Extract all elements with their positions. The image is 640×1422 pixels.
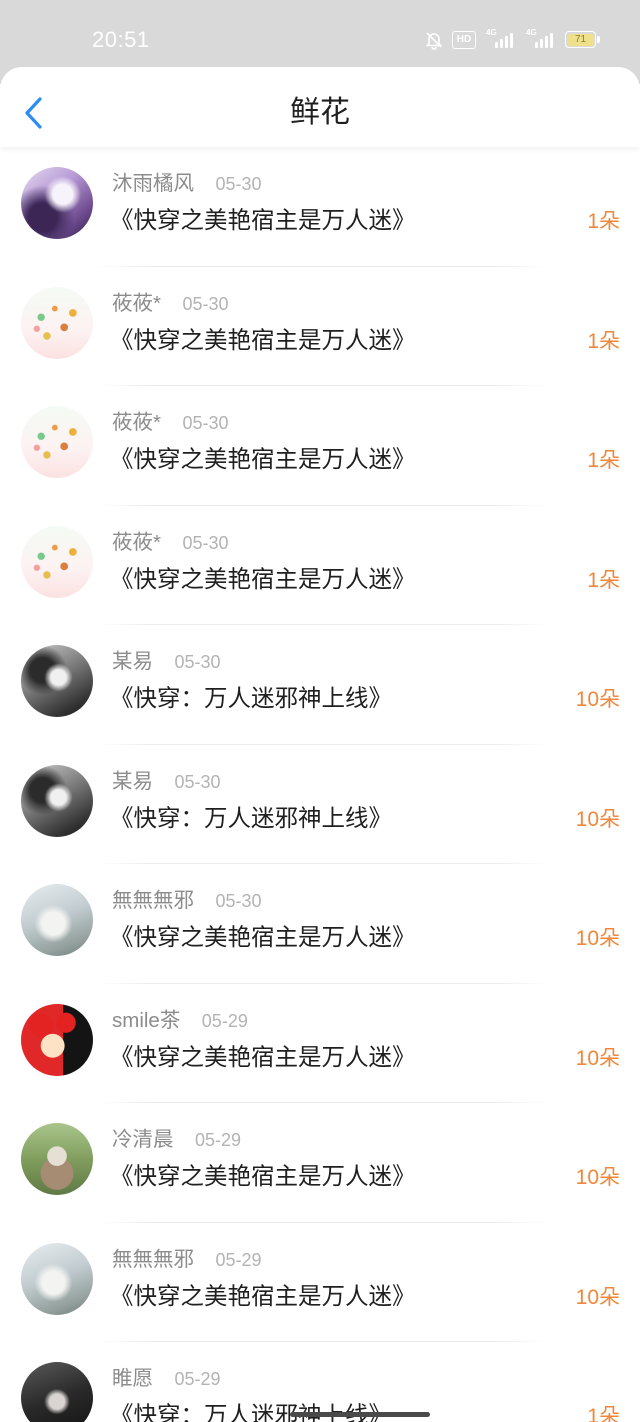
home-indicator[interactable] <box>290 1412 430 1417</box>
flower-count: 1朵 <box>587 210 620 233</box>
date: 05-29 <box>194 1130 241 1150</box>
book-title[interactable]: 《快穿之美艳宿主是万人迷》 <box>110 205 416 235</box>
battery-icon: 71 <box>565 31 596 48</box>
book-title[interactable]: 《快穿之美艳宿主是万人迷》 <box>110 1281 416 1311</box>
list-item[interactable]: 睢愿 05-29 《快穿：万人迷邪神上线》 1朵 <box>0 1342 640 1422</box>
list-item[interactable]: 無無無邪 05-30 《快穿之美艳宿主是万人迷》 10朵 <box>0 864 640 984</box>
network-type-label: 4G <box>526 28 537 37</box>
item-meta: 莜莜* 05-30 <box>112 291 228 317</box>
avatar[interactable] <box>21 167 93 239</box>
list-item[interactable]: 無無無邪 05-29 《快穿之美艳宿主是万人迷》 10朵 <box>0 1223 640 1342</box>
item-meta: 沐雨橘风 05-30 <box>112 171 262 197</box>
flower-list[interactable]: 沐雨橘风 05-30 《快穿之美艳宿主是万人迷》 1朵 莜莜* 05-30 《快… <box>0 147 640 1422</box>
date: 05-30 <box>182 532 229 553</box>
avatar[interactable] <box>21 884 93 956</box>
avatar[interactable] <box>21 645 93 717</box>
item-meta: 睢愿 05-29 <box>112 1366 221 1392</box>
username[interactable]: 無無無邪 <box>112 889 194 912</box>
book-title[interactable]: 《快穿之美艳宿主是万人迷》 <box>110 1161 416 1191</box>
date: 05-30 <box>215 891 262 911</box>
username[interactable]: smile茶 <box>112 1009 180 1032</box>
list-item[interactable]: 某易 05-30 《快穿：万人迷邪神上线》 10朵 <box>0 745 640 864</box>
clock: 20:51 <box>92 27 150 52</box>
signal-4g-icon: 4G <box>526 28 554 50</box>
list-item[interactable]: 莜莜* 05-30 《快穿之美艳宿主是万人迷》 1朵 <box>0 506 640 625</box>
item-meta: 莜莜* 05-30 <box>112 410 228 436</box>
username[interactable]: 莜莜* <box>112 411 161 434</box>
avatar[interactable] <box>21 1362 93 1422</box>
flower-count: 1朵 <box>587 329 620 353</box>
item-meta: 莜莜* 05-30 <box>112 530 228 556</box>
flower-count: 10朵 <box>575 1166 620 1189</box>
date: 05-30 <box>174 771 221 792</box>
avatar[interactable] <box>21 1123 93 1195</box>
list-item[interactable]: 莜莜* 05-30 《快穿之美艳宿主是万人迷》 1朵 <box>0 386 640 506</box>
item-meta: 無無無邪 05-29 <box>112 1247 262 1273</box>
battery-tip <box>597 36 600 43</box>
item-meta: 某易 05-30 <box>112 649 221 675</box>
book-title[interactable]: 《快穿之美艳宿主是万人迷》 <box>110 564 416 594</box>
username[interactable]: 無無無邪 <box>112 1248 194 1271</box>
network-type-label: 4G <box>486 28 497 37</box>
nav-header: 鲜花 <box>0 67 640 147</box>
username[interactable]: 莜莜* <box>112 531 161 554</box>
avatar[interactable] <box>21 764 93 837</box>
flower-count: 10朵 <box>575 1285 620 1309</box>
book-title[interactable]: 《快穿之美艳宿主是万人迷》 <box>110 325 416 355</box>
book-title[interactable]: 《快穿：万人迷邪神上线》 <box>110 1400 392 1422</box>
list-item[interactable]: 冷清晨 05-29 《快穿之美艳宿主是万人迷》 10朵 <box>0 1103 640 1223</box>
username[interactable]: 睢愿 <box>112 1367 153 1390</box>
flower-count: 10朵 <box>575 807 620 831</box>
book-title[interactable]: 《快穿之美艳宿主是万人迷》 <box>110 1042 416 1072</box>
flower-count: 10朵 <box>575 927 620 950</box>
list-item[interactable]: 某易 05-30 《快穿：万人迷邪神上线》 10朵 <box>0 625 640 745</box>
list-item[interactable]: smile茶 05-29 《快穿之美艳宿主是万人迷》 10朵 <box>0 984 640 1103</box>
date: 05-30 <box>174 652 221 672</box>
flower-count: 1朵 <box>587 449 620 472</box>
list-item[interactable]: 莜莜* 05-30 《快穿之美艳宿主是万人迷》 1朵 <box>0 267 640 386</box>
avatar[interactable] <box>21 1003 93 1076</box>
date: 05-30 <box>215 174 262 194</box>
item-meta: 冷清晨 05-29 <box>112 1127 241 1153</box>
bell-off-icon <box>425 32 443 50</box>
page-title: 鲜花 <box>290 96 350 129</box>
date: 05-30 <box>182 293 229 314</box>
signal-4g-icon: 4G <box>486 28 514 50</box>
avatar[interactable] <box>21 1242 93 1315</box>
list-item[interactable]: 沐雨橘风 05-30 《快穿之美艳宿主是万人迷》 1朵 <box>0 147 640 267</box>
item-meta: 無無無邪 05-30 <box>112 888 262 914</box>
item-meta: 某易 05-30 <box>112 769 221 795</box>
username[interactable]: 某易 <box>112 650 153 673</box>
book-title[interactable]: 《快穿：万人迷邪神上线》 <box>110 683 392 713</box>
date: 05-29 <box>174 1369 221 1389</box>
book-title[interactable]: 《快穿：万人迷邪神上线》 <box>110 803 392 833</box>
book-title[interactable]: 《快穿之美艳宿主是万人迷》 <box>110 922 416 952</box>
date: 05-30 <box>182 413 229 433</box>
battery-level: 71 <box>567 33 594 46</box>
username[interactable]: 沐雨橘风 <box>112 172 194 195</box>
username[interactable]: 冷清晨 <box>112 1128 174 1151</box>
flower-count: 1朵 <box>587 568 620 592</box>
username[interactable]: 某易 <box>112 770 153 793</box>
hd-icon: HD <box>452 31 476 49</box>
avatar[interactable] <box>21 406 93 478</box>
avatar[interactable] <box>21 525 93 598</box>
item-meta: smile茶 05-29 <box>112 1008 248 1034</box>
book-title[interactable]: 《快穿之美艳宿主是万人迷》 <box>110 444 416 474</box>
date: 05-29 <box>215 1249 262 1270</box>
date: 05-29 <box>201 1010 248 1031</box>
flower-count: 10朵 <box>575 1046 620 1070</box>
username[interactable]: 莜莜* <box>112 292 161 315</box>
flower-count: 10朵 <box>575 688 620 711</box>
flower-count: 1朵 <box>587 1405 620 1422</box>
avatar[interactable] <box>21 286 93 359</box>
